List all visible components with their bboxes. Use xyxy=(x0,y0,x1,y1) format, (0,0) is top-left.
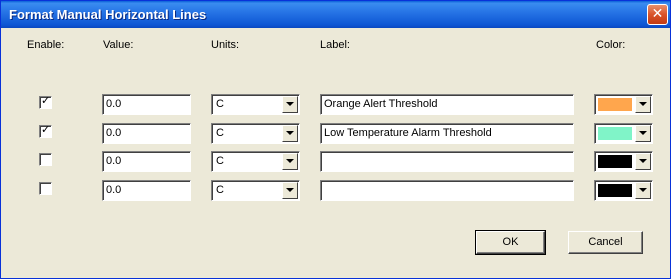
enable-checkbox[interactable] xyxy=(39,153,52,166)
chevron-down-icon[interactable] xyxy=(282,153,298,170)
color-swatch xyxy=(598,155,632,168)
units-value: C xyxy=(216,98,224,110)
units-dropdown[interactable]: C xyxy=(211,180,300,201)
units-value: C xyxy=(216,127,224,139)
units-header: Units: xyxy=(211,39,240,51)
value-field[interactable]: 0.0 xyxy=(102,94,191,115)
color-swatch xyxy=(598,127,632,140)
chevron-down-icon[interactable] xyxy=(282,125,298,142)
color-dropdown[interactable] xyxy=(594,94,653,115)
value-header: Value: xyxy=(103,39,134,51)
label-field[interactable]: Orange Alert Threshold xyxy=(320,94,574,115)
dialog-window: Format Manual Horizontal Lines ✕ Enable:… xyxy=(0,0,671,279)
color-header: Color: xyxy=(596,39,626,51)
value-field[interactable]: 0.0 xyxy=(102,151,191,172)
label-field[interactable]: Low Temperature Alarm Threshold xyxy=(320,123,574,144)
check-icon: ✓ xyxy=(41,94,51,107)
close-icon: ✕ xyxy=(651,6,664,22)
color-dropdown[interactable] xyxy=(594,151,653,172)
color-swatch xyxy=(598,184,632,197)
label-field[interactable] xyxy=(320,151,574,172)
units-value: C xyxy=(216,184,224,196)
color-dropdown[interactable] xyxy=(594,123,653,144)
close-button[interactable]: ✕ xyxy=(647,4,668,25)
value-field[interactable]: 0.0 xyxy=(102,180,191,201)
enable-header: Enable: xyxy=(27,39,65,51)
units-dropdown[interactable]: C xyxy=(211,151,300,172)
label-header: Label: xyxy=(320,39,350,51)
enable-checkbox[interactable]: ✓ xyxy=(39,123,52,138)
value-field[interactable]: 0.0 xyxy=(102,123,191,144)
enable-checkbox[interactable] xyxy=(39,182,52,195)
units-value: C xyxy=(216,155,224,167)
chevron-down-icon[interactable] xyxy=(635,182,651,199)
units-dropdown[interactable]: C xyxy=(211,94,300,115)
color-dropdown[interactable] xyxy=(594,180,653,201)
chevron-down-icon[interactable] xyxy=(635,125,651,142)
cancel-button[interactable]: Cancel xyxy=(568,231,643,254)
check-icon: ✓ xyxy=(41,123,51,136)
chevron-down-icon[interactable] xyxy=(282,96,298,113)
enable-checkbox[interactable]: ✓ xyxy=(39,94,52,109)
title-bar[interactable]: Format Manual Horizontal Lines ✕ xyxy=(1,1,670,28)
color-swatch xyxy=(598,98,632,111)
chevron-down-icon[interactable] xyxy=(635,96,651,113)
chevron-down-icon[interactable] xyxy=(282,182,298,199)
label-field[interactable] xyxy=(320,180,574,201)
dialog-title: Format Manual Horizontal Lines xyxy=(9,7,207,22)
chevron-down-icon[interactable] xyxy=(635,153,651,170)
ok-button[interactable]: OK xyxy=(475,230,546,255)
units-dropdown[interactable]: C xyxy=(211,123,300,144)
